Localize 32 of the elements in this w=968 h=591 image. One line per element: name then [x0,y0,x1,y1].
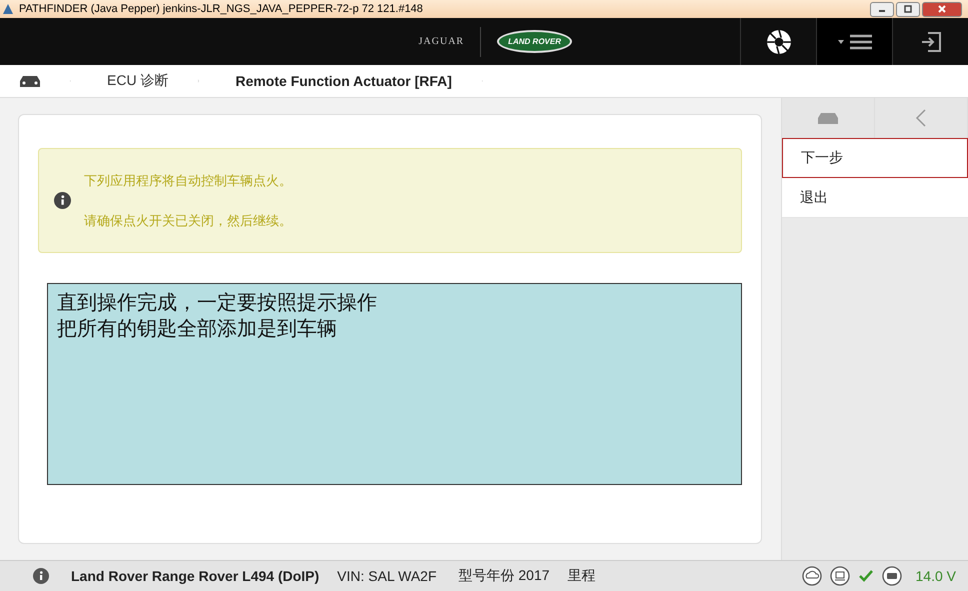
cloud-icon [802,566,822,586]
note-text: 把所有的钥匙全部添加是到车辆 [57,317,338,342]
sidebar-item[interactable]: 退出 [782,178,968,218]
exit-icon [920,30,942,52]
app-icon [2,3,14,15]
notice-text: 下列应用程序将自动控制车辆点火。 [84,172,292,190]
check-icon [858,569,874,583]
vehicle-link-icon [882,566,902,586]
window-title: PATHFINDER (Java Pepper) jenkins-JLR_NGS_JAVA_PEPPER-72-p 72 121.#148 [19,3,424,15]
info-icon [54,192,71,209]
land-rover-logo: LAND ROVER [497,30,572,53]
vehicle-name: Land Rover Range Rover L494 (DoIP) [71,568,320,584]
car-icon [816,111,840,125]
car-icon [18,74,42,88]
minimize-button[interactable] [870,2,894,16]
vin-text: VIN: SAL WA2F [337,568,436,584]
maximize-button[interactable] [896,2,920,16]
menu-button[interactable] [816,18,892,65]
close-button[interactable] [922,2,962,16]
model-year-text: 型号年份 2017 [458,567,550,585]
info-icon [33,568,49,584]
laptop-icon [830,566,850,586]
mileage-text: 里程 [568,567,596,585]
jaguar-logo: JAGUAR [418,36,464,47]
aperture-icon [766,28,792,54]
notice-text: 请确保点火开关已关闭，然后继续。 [84,212,292,230]
close-icon [937,4,947,14]
voltage-text: 14.0 V [916,568,956,584]
maximize-icon [903,4,913,14]
sidebar-item[interactable]: 下一步 [782,138,968,178]
note-text: 直到操作完成，一定要按照提示操作 [57,291,378,316]
back-icon [915,108,927,128]
